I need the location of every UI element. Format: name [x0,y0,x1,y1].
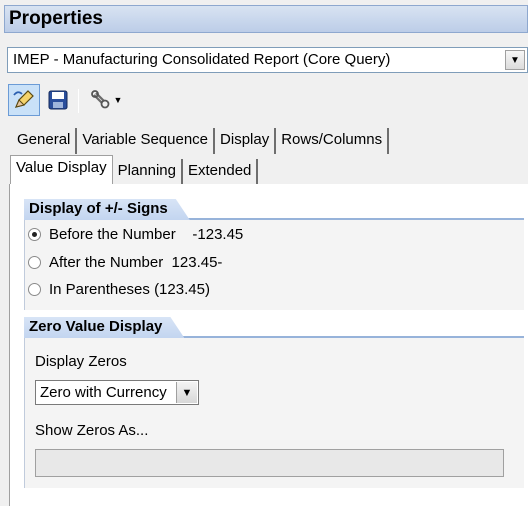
sign-display-header: Display of +/- Signs [24,199,524,220]
query-selector-value: IMEP - Manufacturing Consolidated Report… [13,51,391,68]
tab-variable-sequence[interactable]: Variable Sequence [77,128,216,154]
tab-display[interactable]: Display [215,128,277,154]
pencil-edit-icon [13,90,34,108]
wrench-icon [90,90,109,109]
sign-display-body: Before the Number -123.45 After the Numb… [24,220,524,310]
display-zeros-value: Zero with Currency [40,384,167,401]
tab-planning[interactable]: Planning [113,159,183,185]
radio-after-number[interactable]: After the Number 123.45- [25,251,222,273]
save-button[interactable] [42,84,74,116]
toolbar-separator [78,89,79,113]
properties-panel-title: Properties [4,5,528,33]
tab-rows-columns[interactable]: Rows/Columns [276,128,390,154]
show-zeros-label: Show Zeros As... [35,422,149,439]
chevron-down-icon: ▼ [113,95,123,105]
edit-button[interactable] [8,84,40,116]
tab-extended[interactable]: Extended [183,159,259,185]
radio-in-parentheses[interactable]: In Parentheses (123.45) [25,278,210,300]
sign-display-title: Display of +/- Signs [24,199,190,220]
zero-value-group: Zero Value Display Display Zeros Zero wi… [24,317,524,488]
radio-button[interactable] [28,255,41,269]
zero-value-body: Display Zeros Zero with Currency ▼ Show … [24,338,524,488]
display-zeros-dropdown[interactable]: Zero with Currency ▼ [35,380,199,405]
display-zeros-label: Display Zeros [35,353,127,370]
zero-value-title: Zero Value Display [24,317,184,338]
tab-strip-row-1: General Variable Sequence Display Rows/C… [12,128,390,154]
tab-value-display[interactable]: Value Display [10,155,113,185]
tab-general[interactable]: General [12,128,78,154]
chevron-down-icon[interactable]: ▼ [176,382,197,403]
show-zeros-input[interactable] [35,449,504,477]
toolbar: ▼ [8,84,188,118]
radio-before-number[interactable]: Before the Number -123.45 [25,223,243,245]
chevron-down-icon[interactable]: ▼ [505,50,525,70]
radio-button[interactable] [28,282,41,296]
radio-label: In Parentheses (123.45) [49,280,210,298]
query-selector-dropdown[interactable]: IMEP - Manufacturing Consolidated Report… [7,47,528,73]
radio-label: After the Number 123.45- [49,253,223,271]
sign-display-group: Display of +/- Signs Before the Number -… [24,199,524,310]
value-display-panel: Display of +/- Signs Before the Number -… [9,184,528,506]
radio-label: Before the Number -123.45 [49,225,244,243]
zero-value-header: Zero Value Display [24,317,524,338]
tools-menu-button[interactable]: ▼ [84,84,128,116]
radio-button-checked[interactable] [28,227,41,241]
tab-strip-row-2: Value Display Planning Extended [10,155,259,185]
floppy-disk-icon [48,90,68,110]
